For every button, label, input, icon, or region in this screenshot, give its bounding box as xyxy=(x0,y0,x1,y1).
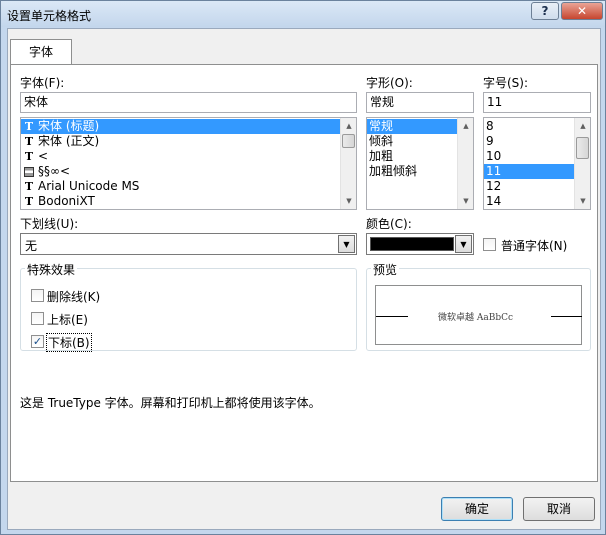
preview-sample-text: 微软卓越 AaBbCc xyxy=(438,313,514,323)
font-list[interactable]: T 宋体 (标题) T 宋体 (正文) T < §§∞< T Arial Unicode MS T… xyxy=(20,117,357,210)
font-list-scrollbar[interactable]: ▲ ▼ xyxy=(340,118,356,209)
font-list-item-label: §§∞< xyxy=(38,164,71,178)
size-list-item-label: 14 xyxy=(486,194,502,208)
size-list-item-label: 8 xyxy=(486,119,494,133)
size-list-item-label: 9 xyxy=(486,134,494,148)
preview-group: 预览 微软卓越 AaBbCc xyxy=(366,261,591,351)
tab-font[interactable]: 字体 xyxy=(10,39,72,65)
format-cells-dialog: 设置单元格格式 ? ✕ 字体 字体(F): 宋体 T 宋体 (标题) T 宋体 (正文… xyxy=(0,0,606,535)
font-info-text: 这是 TrueType 字体。屏幕和打印机上都将使用该字体。 xyxy=(20,396,321,410)
underline-value: 无 xyxy=(25,239,38,253)
superscript-label[interactable]: 上标(E) xyxy=(47,311,88,328)
subscript-label[interactable]: 下标(B) xyxy=(46,333,92,352)
strikethrough-checkbox[interactable] xyxy=(31,289,44,302)
font-list-item[interactable]: §§∞< xyxy=(21,164,356,179)
size-list-item-label: 10 xyxy=(486,149,502,163)
normal-font-checkbox[interactable] xyxy=(483,238,496,251)
truetype-icon: T xyxy=(24,179,34,193)
font-list-item[interactable]: T Arial Unicode MS xyxy=(21,179,356,194)
effects-group: 特殊效果 删除线(K) 上标(E) ✓ 下标(B) xyxy=(20,261,357,352)
style-list-item-label: 常规 xyxy=(369,119,394,133)
truetype-icon: T xyxy=(24,149,34,163)
color-dropdown[interactable]: ▼ xyxy=(366,233,474,255)
color-label: 颜色(C): xyxy=(366,217,412,231)
scroll-thumb[interactable] xyxy=(342,134,355,148)
style-list-item-label: 加粗 xyxy=(369,149,394,163)
cancel-button[interactable]: 取消 xyxy=(523,497,595,521)
scroll-up-arrow-icon[interactable]: ▲ xyxy=(341,118,356,134)
underline-dropdown[interactable]: 无 ▼ xyxy=(20,233,357,255)
size-label: 字号(S): xyxy=(483,76,529,90)
printer-font-icon xyxy=(24,166,34,177)
font-style-input[interactable]: 常规 xyxy=(366,92,474,113)
effects-title: 特殊效果 xyxy=(25,261,78,278)
style-list-scrollbar[interactable]: ▲ ▼ xyxy=(457,118,473,209)
font-name-input[interactable]: 宋体 xyxy=(20,92,357,113)
scroll-up-arrow-icon[interactable]: ▲ xyxy=(458,118,473,134)
strikethrough-label[interactable]: 删除线(K) xyxy=(47,288,100,305)
preview-title: 预览 xyxy=(371,261,400,278)
font-list-item[interactable]: T 宋体 (正文) xyxy=(21,134,356,149)
font-list-item[interactable]: T < xyxy=(21,149,356,164)
scroll-thumb[interactable] xyxy=(576,137,589,159)
style-label: 字形(O): xyxy=(366,76,413,90)
font-list-item-label: BodoniXT xyxy=(38,194,95,208)
subscript-checkbox[interactable]: ✓ xyxy=(31,335,44,348)
font-list-item-label: 宋体 (标题) xyxy=(38,119,100,133)
scroll-up-arrow-icon[interactable]: ▲ xyxy=(575,118,590,134)
scroll-down-arrow-icon[interactable]: ▼ xyxy=(458,193,473,209)
preview-baseline-left xyxy=(376,316,408,317)
font-list-item-label: 宋体 (正文) xyxy=(38,134,100,148)
style-list-item-label: 加粗倾斜 xyxy=(369,164,418,178)
dropdown-arrow-icon[interactable]: ▼ xyxy=(455,235,472,253)
help-button[interactable]: ? xyxy=(531,2,559,20)
font-size-list[interactable]: 8 9 10 11 12 14 ▲ ▼ xyxy=(483,117,591,210)
normal-font-label[interactable]: 普通字体(N) xyxy=(501,237,567,254)
ok-button[interactable]: 确定 xyxy=(441,497,513,521)
dialog-body: 字体 字体(F): 宋体 T 宋体 (标题) T 宋体 (正文) T < §§∞< T Aria… xyxy=(7,28,601,530)
font-list-item-label: < xyxy=(38,149,49,163)
truetype-icon: T xyxy=(24,194,34,208)
scroll-down-arrow-icon[interactable]: ▼ xyxy=(341,193,356,209)
style-list-item-label: 倾斜 xyxy=(369,134,394,148)
superscript-checkbox[interactable] xyxy=(31,312,44,325)
font-tab-panel: 字体(F): 宋体 T 宋体 (标题) T 宋体 (正文) T < §§∞< T Arial U… xyxy=(10,64,598,482)
underline-label: 下划线(U): xyxy=(20,217,79,231)
font-list-item-label: Arial Unicode MS xyxy=(38,179,140,193)
font-list-item[interactable]: T 宋体 (标题) xyxy=(21,119,356,134)
truetype-icon: T xyxy=(24,134,34,148)
truetype-icon: T xyxy=(24,119,34,133)
font-label: 字体(F): xyxy=(20,76,65,90)
preview-baseline-right xyxy=(551,316,582,317)
size-list-scrollbar[interactable]: ▲ ▼ xyxy=(574,118,590,209)
color-swatch xyxy=(370,237,454,251)
checkmark-icon: ✓ xyxy=(32,335,43,348)
size-list-item-label: 12 xyxy=(486,179,502,193)
font-style-list[interactable]: 常规 倾斜 加粗 加粗倾斜 ▲ ▼ xyxy=(366,117,474,210)
close-button[interactable]: ✕ xyxy=(561,2,603,20)
dropdown-arrow-icon[interactable]: ▼ xyxy=(338,235,355,253)
font-list-item[interactable]: T BodoniXT xyxy=(21,194,356,209)
font-size-input[interactable]: 11 xyxy=(483,92,591,113)
size-list-item-label: 11 xyxy=(486,164,502,178)
scroll-down-arrow-icon[interactable]: ▼ xyxy=(575,193,590,209)
dialog-title: 设置单元格格式 xyxy=(7,9,92,23)
title-bar[interactable]: 设置单元格格式 ? ✕ xyxy=(1,1,605,27)
preview-box: 微软卓越 AaBbCc xyxy=(375,285,582,345)
